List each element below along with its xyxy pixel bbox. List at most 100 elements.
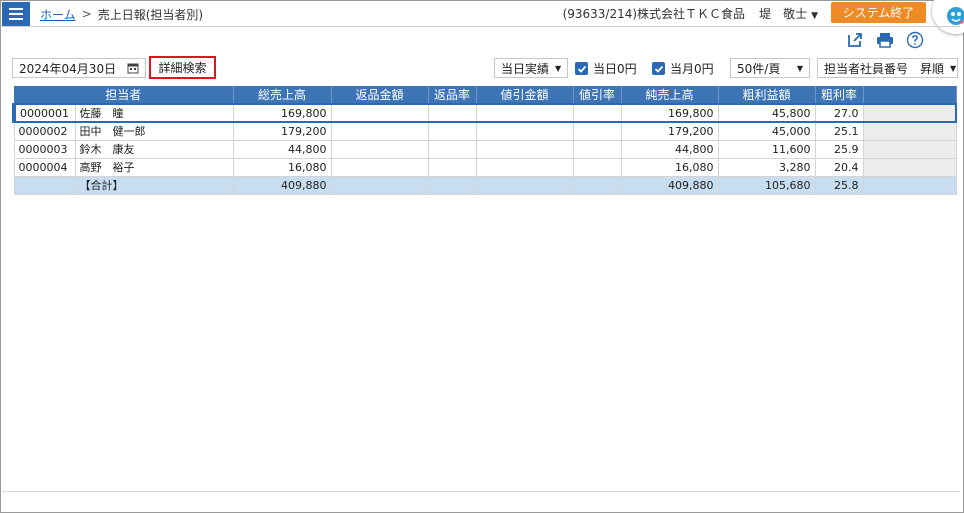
sort-value: 担当者社員番号 昇順 [824, 61, 945, 76]
column-header-return-rate[interactable]: 返品率 [428, 86, 477, 104]
month-zero-checkbox[interactable]: 当月0円 [652, 60, 714, 77]
staff-code: 0000002 [13, 121, 76, 141]
today-zero-checkbox[interactable]: 当日0円 [575, 60, 637, 77]
return-rate [427, 103, 477, 123]
net-sales: 16,080 [620, 157, 719, 177]
breadcrumb-separator: > [81, 7, 92, 21]
header-divider [2, 26, 960, 27]
total-label: 【合計】 [74, 175, 234, 195]
column-header-gross-profit[interactable]: 粗利益額 [718, 86, 816, 104]
total-row: 【合計】 409,880 409,880 105,680 25.8 [13, 175, 957, 195]
staff-code: 0000003 [13, 139, 76, 159]
table-header-row: 担当者 総売上高 返品金額 返品率 値引金額 値引率 純売上高 粗利益額 粗利率 [14, 86, 957, 104]
mascot-avatar-icon[interactable] [932, 0, 964, 34]
blank-cell [862, 121, 957, 141]
table-row[interactable]: 0000003 鈴木 康友 44,800 44,800 11,600 25.9 [13, 139, 957, 159]
total-net-sales: 409,880 [620, 175, 719, 195]
mode-select[interactable]: 当日実績 ▼ [494, 58, 568, 78]
table-row[interactable]: 0000002 田中 健一郎 179,200 179,200 45,000 25… [13, 121, 957, 141]
discount-rate [572, 157, 622, 177]
system-exit-button[interactable]: システム終了 [831, 2, 926, 23]
table-row[interactable]: 0000004 高野 裕子 16,080 16,080 3,280 20.4 [13, 157, 957, 177]
blank-cell [862, 175, 957, 195]
total-code [13, 175, 76, 195]
gross-profit: 45,000 [717, 121, 816, 141]
chevron-down-icon: ▼ [811, 11, 818, 21]
page-size-value: 50件/頁 [737, 61, 781, 76]
return-amount [330, 103, 429, 123]
net-sales: 169,800 [620, 103, 719, 123]
profit-margin: 25.1 [814, 121, 864, 141]
total-discount-amount [475, 175, 574, 195]
profit-margin: 27.0 [814, 103, 864, 123]
blank-cell [862, 139, 957, 159]
gross-sales: 179,200 [232, 121, 332, 141]
mode-select-value: 当日実績 [501, 61, 550, 76]
discount-rate [572, 139, 622, 159]
return-amount [330, 157, 429, 177]
return-rate [427, 139, 477, 159]
column-header-profit-margin[interactable]: 粗利率 [815, 86, 864, 104]
return-rate [427, 121, 477, 141]
filter-bar: 2024年04月30日 詳細検索 当日実績 ▼ 当日0円 当月0円 50件/頁 ▼ … [12, 56, 958, 79]
check-icon [652, 62, 665, 75]
blank-cell [862, 157, 957, 177]
user-name: 堤 敬士 [759, 7, 808, 21]
chevron-down-icon: ▼ [950, 63, 957, 73]
month-zero-label: 当月0円 [670, 62, 714, 76]
net-sales: 44,800 [620, 139, 719, 159]
column-header-return-amount[interactable]: 返品金額 [331, 86, 429, 104]
user-menu[interactable]: 堤 敬士 ▼ [759, 7, 818, 21]
net-sales: 179,200 [620, 121, 719, 141]
check-icon [575, 62, 588, 75]
toolbar-icons [845, 30, 925, 50]
total-discount-rate [572, 175, 622, 195]
total-gross-sales: 409,880 [232, 175, 332, 195]
discount-amount [475, 157, 574, 177]
column-header-blank [863, 86, 957, 104]
column-header-staff[interactable]: 担当者 [14, 86, 234, 104]
column-header-net-sales[interactable]: 純売上高 [621, 86, 719, 104]
chevron-down-icon: ▼ [555, 63, 562, 73]
column-header-discount-rate[interactable]: 値引率 [573, 86, 622, 104]
staff-name: 田中 健一郎 [74, 121, 234, 141]
export-icon[interactable] [845, 30, 865, 50]
today-zero-label: 当日0円 [593, 62, 637, 76]
return-rate [427, 157, 477, 177]
total-gross-profit: 105,680 [717, 175, 816, 195]
gross-sales: 169,800 [232, 103, 332, 123]
sort-select[interactable]: 担当者社員番号 昇順 ▼ [817, 58, 958, 78]
staff-code: 0000001 [12, 103, 76, 123]
calendar-icon[interactable] [127, 62, 139, 77]
menu-icon[interactable] [2, 2, 30, 26]
page-title: 売上日報(担当者別) [97, 7, 204, 22]
table-row[interactable]: 0000001 佐藤 瞳 169,800 169,800 45,800 27.0 [12, 103, 957, 123]
profit-margin: 25.9 [814, 139, 864, 159]
help-icon[interactable] [905, 30, 925, 50]
discount-amount [475, 103, 574, 123]
page-size-select[interactable]: 50件/頁 ▼ [730, 58, 810, 78]
discount-rate [572, 121, 622, 141]
company-user-info: (93633/214)株式会社ＴＫＣ食品堤 敬士 ▼ [563, 5, 818, 22]
column-header-discount-amount[interactable]: 値引金額 [476, 86, 574, 104]
sales-table: 担当者 総売上高 返品金額 返品率 値引金額 値引率 純売上高 粗利益額 粗利率… [12, 86, 957, 195]
profit-margin: 20.4 [814, 157, 864, 177]
breadcrumb-home-link[interactable]: ホーム [40, 6, 76, 23]
staff-name: 佐藤 瞳 [74, 103, 234, 123]
discount-rate [572, 103, 622, 123]
discount-amount [475, 121, 574, 141]
date-picker[interactable]: 2024年04月30日 [12, 58, 146, 78]
total-return-amount [330, 175, 429, 195]
print-icon[interactable] [875, 30, 895, 50]
date-value: 2024年04月30日 [19, 61, 117, 76]
column-header-gross-sales[interactable]: 総売上高 [233, 86, 332, 104]
gross-sales: 44,800 [232, 139, 332, 159]
blank-cell [862, 103, 957, 123]
gross-profit: 45,800 [717, 103, 816, 123]
discount-amount [475, 139, 574, 159]
detail-search-button[interactable]: 詳細検索 [149, 56, 216, 79]
staff-code: 0000004 [13, 157, 76, 177]
return-amount [330, 139, 429, 159]
gross-profit: 11,600 [717, 139, 816, 159]
total-return-rate [427, 175, 477, 195]
